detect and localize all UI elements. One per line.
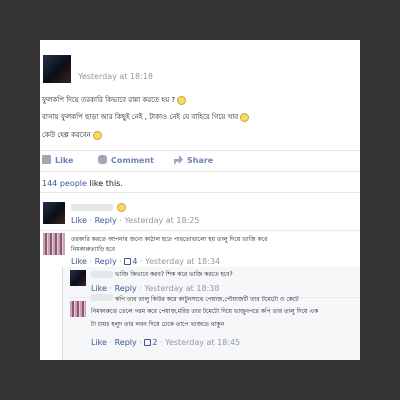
comment-button[interactable]: Comment	[98, 155, 154, 165]
post-text-1: ফুলকপি দিয়ে তরকারি কিভাবে রান্না করতে হ…	[42, 96, 176, 104]
post-author-avatar[interactable]	[43, 55, 71, 83]
comment-like-count[interactable]: 4	[124, 257, 137, 266]
share-label: Share	[187, 156, 214, 165]
thumbs-up-icon	[42, 155, 51, 164]
reply-timestamp[interactable]: Yesterday at 18:45	[165, 338, 240, 347]
comment-reply-link[interactable]: Reply	[95, 216, 117, 225]
reply-author-name[interactable]	[91, 271, 113, 278]
smiley-emoji-icon	[117, 203, 126, 212]
post-text-2: বাসায় ফুলকপি ছাড়া আর কিছুই নেই , টাকাও…	[42, 113, 239, 121]
reply-author-name[interactable]	[91, 294, 113, 301]
reply-like-link[interactable]: Like	[91, 284, 107, 293]
reply-timestamp[interactable]: Yesterday at 18:38	[144, 284, 219, 293]
reply-author-avatar[interactable]	[70, 270, 86, 286]
reply-2-text-3: টা চামচ হলুদ তার লবন দিয়ে ঢেকে তাপে ভাজ…	[91, 321, 225, 328]
comment-timestamp[interactable]: Yesterday at 18:34	[145, 257, 220, 266]
comment-like-count-value: 4	[132, 257, 138, 266]
comment-timestamp[interactable]: Yesterday at 18:25	[124, 216, 199, 225]
reply-1-meta: Like · Reply · Yesterday at 18:38	[91, 284, 220, 293]
post-timestamp[interactable]: Yesterday at 18:18	[78, 72, 153, 81]
reply-1-text: ভাজি কিভাবে করব? শিক করে ভাজি করতে হবে?	[115, 271, 233, 278]
likes-suffix: like this.	[89, 179, 123, 188]
reply-2-text-1: কপি তার তালু কিউর করে কাটুনসাথে পেয়াজ,প…	[115, 296, 299, 303]
post-text-line-2: বাসায় ফুলকপি ছাড়া আর কিছুই নেই , টাকাও…	[42, 111, 250, 123]
comment-reply-link[interactable]: Reply	[95, 257, 117, 266]
reply-like-count-value: 2	[152, 338, 158, 347]
comment-2-meta: Like · Reply · 4 · Yesterday at 18:34	[71, 257, 221, 266]
reply-like-link[interactable]: Like	[91, 338, 107, 347]
comment-author-avatar[interactable]	[43, 202, 65, 224]
post-text-3: কেউ হেল্প করবেন	[42, 131, 91, 139]
reply-2-meta: Like · Reply · 2 · Yesterday at 18:45	[91, 338, 241, 347]
comment-author-name[interactable]	[71, 204, 113, 211]
comment-like-link[interactable]: Like	[71, 257, 87, 266]
share-button[interactable]: Share	[174, 155, 213, 165]
share-arrow-icon	[174, 155, 183, 164]
comment-bubble-icon	[98, 155, 107, 164]
post-action-bar: Like Comment Share	[40, 150, 360, 172]
reply-reply-link[interactable]: Reply	[115, 284, 137, 293]
post-text-line-3: কেউ হেল্প করবেন	[42, 129, 102, 141]
like-button[interactable]: Like	[42, 155, 73, 165]
comment-2-text-2: নিমকারুত্যাড়ি হবে	[71, 246, 115, 253]
post-text-line-1: ফুলকপি দিয়ে তরকারি কিভাবে রান্না করতে হ…	[42, 94, 187, 106]
comment-author-avatar[interactable]	[43, 233, 65, 255]
reply-author-avatar[interactable]	[70, 301, 86, 317]
comment-divider	[40, 230, 360, 231]
smiley-emoji-icon	[177, 95, 187, 105]
likes-count-link[interactable]: 144 people	[42, 179, 87, 188]
comment-label: Comment	[111, 156, 154, 165]
reply-2-text-2: নিমকারুত্তে তেলে গরম করে পেয়াজ,মরিচ তার…	[91, 308, 319, 315]
comment-1-meta: Like · Reply · Yesterday at 18:25	[71, 216, 200, 225]
comment-like-link[interactable]: Like	[71, 216, 87, 225]
reply-like-count[interactable]: 2	[144, 338, 157, 347]
likes-divider	[40, 192, 360, 193]
thumbs-up-icon	[144, 339, 152, 346]
thumbs-up-icon	[124, 258, 132, 265]
smiley-emoji-icon	[92, 130, 102, 140]
likes-summary: 144 people like this.	[42, 179, 123, 188]
smiley-emoji-icon	[240, 112, 250, 122]
reply-reply-link[interactable]: Reply	[115, 338, 137, 347]
comment-2-text-1: তরকারি করতে আপনার জন্যে কাঠাল হতে পারতোভ…	[71, 236, 268, 243]
facebook-post-card: Yesterday at 18:18 ফুলকপি দিয়ে তরকারি ক…	[40, 40, 360, 360]
like-label: Like	[55, 156, 74, 165]
